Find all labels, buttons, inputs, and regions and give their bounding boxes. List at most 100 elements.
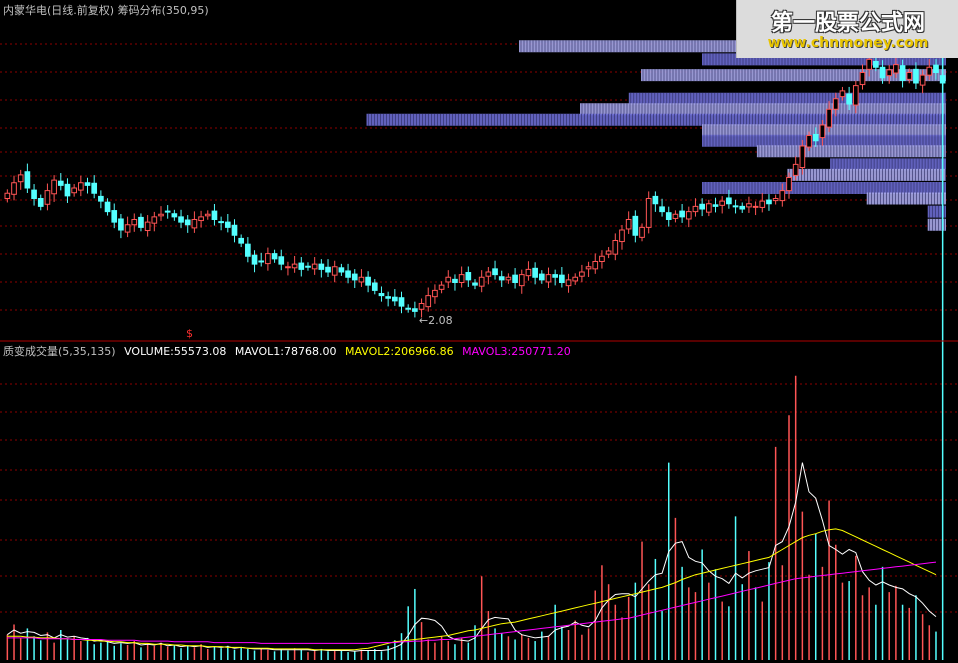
candle <box>71 184 77 197</box>
candle <box>438 281 445 294</box>
candle <box>17 169 24 190</box>
candle-body <box>645 198 652 228</box>
mavol2-line <box>7 528 937 651</box>
candle <box>518 269 525 294</box>
candle <box>358 269 365 287</box>
candle <box>11 175 17 201</box>
candle <box>184 215 191 233</box>
candle-body <box>893 64 899 74</box>
candle <box>565 273 572 293</box>
candle-body <box>806 135 812 148</box>
candle-body <box>371 282 378 291</box>
candle <box>619 225 625 250</box>
chip-bar-fill <box>830 158 946 171</box>
candle-body <box>505 276 512 281</box>
candle-body <box>351 273 358 281</box>
candle-body <box>178 216 184 223</box>
candle <box>712 197 719 213</box>
candle <box>211 204 218 226</box>
candle-body <box>452 278 458 284</box>
candle-body <box>739 205 746 210</box>
candle-body <box>425 295 432 308</box>
candle-body <box>418 303 425 310</box>
candle <box>599 250 605 269</box>
mavol2-value: MAVOL2:206966.86 <box>344 345 454 358</box>
candle-body <box>699 203 705 210</box>
candle-body <box>98 195 104 202</box>
candle-body <box>4 192 11 199</box>
candle <box>452 274 458 291</box>
candle-body <box>605 250 612 255</box>
candle <box>412 301 418 318</box>
candle-body <box>412 308 418 312</box>
candle <box>44 183 51 211</box>
candle-body <box>859 72 866 86</box>
candle <box>458 266 465 288</box>
candle <box>685 206 692 228</box>
candle-body <box>24 171 31 189</box>
candle <box>585 261 592 277</box>
watermark-url: www.chnmoney.com <box>767 35 929 51</box>
candle-body <box>305 265 311 268</box>
candle <box>705 199 712 217</box>
chip-bar <box>830 158 946 171</box>
candle <box>759 192 766 213</box>
candle-body <box>866 58 873 70</box>
mavol3-value: MAVOL3:250771.20 <box>462 345 571 358</box>
candle <box>338 263 345 276</box>
mavol3-line <box>7 561 937 644</box>
candle <box>144 215 151 237</box>
candle-body <box>492 268 498 276</box>
candle-body <box>732 205 739 208</box>
candle-body <box>77 182 84 191</box>
candle <box>325 259 331 277</box>
candle-body <box>164 210 171 213</box>
candle-body <box>552 274 559 278</box>
candle <box>385 291 391 307</box>
candle-body <box>365 276 371 286</box>
candle-body <box>478 276 485 287</box>
chip-bar <box>787 168 946 181</box>
candle <box>318 259 325 278</box>
candle-body <box>11 182 17 195</box>
mavol1-value: MAVOL1:78768.00 <box>234 345 337 358</box>
candle <box>64 178 71 203</box>
candle-body <box>559 274 565 283</box>
candle-body <box>111 210 118 223</box>
candle <box>291 255 298 273</box>
candle-body <box>752 205 759 208</box>
candle <box>198 210 204 228</box>
candle <box>371 279 378 295</box>
candle <box>98 190 104 209</box>
candle <box>659 198 665 217</box>
candle-body <box>512 274 518 283</box>
candle-body <box>659 206 665 213</box>
candle-body <box>218 221 224 224</box>
signal-mark: $ <box>186 327 193 340</box>
candle <box>158 206 164 221</box>
candle-body <box>398 297 405 307</box>
candle <box>465 266 472 287</box>
candle <box>645 191 652 234</box>
candle-body <box>231 224 238 236</box>
candle-body <box>345 270 351 278</box>
candle-body <box>665 212 672 221</box>
chip-bar <box>580 103 946 116</box>
candle-body <box>224 221 231 228</box>
candle-body <box>438 284 445 290</box>
candle <box>238 234 245 248</box>
candle-body <box>191 219 198 229</box>
candle <box>752 201 759 216</box>
mavol-lines <box>7 462 937 652</box>
candle <box>285 261 291 276</box>
chip-bar-fill <box>866 192 946 205</box>
candle-body <box>17 174 24 183</box>
candle <box>151 211 158 232</box>
candle-body <box>599 255 605 262</box>
candle-body <box>772 198 779 202</box>
candle-body <box>144 221 151 232</box>
candle-body <box>672 213 679 219</box>
candle <box>51 175 57 202</box>
candle <box>746 196 752 213</box>
stock-chart[interactable]: ←2.08 $ <box>0 0 958 663</box>
